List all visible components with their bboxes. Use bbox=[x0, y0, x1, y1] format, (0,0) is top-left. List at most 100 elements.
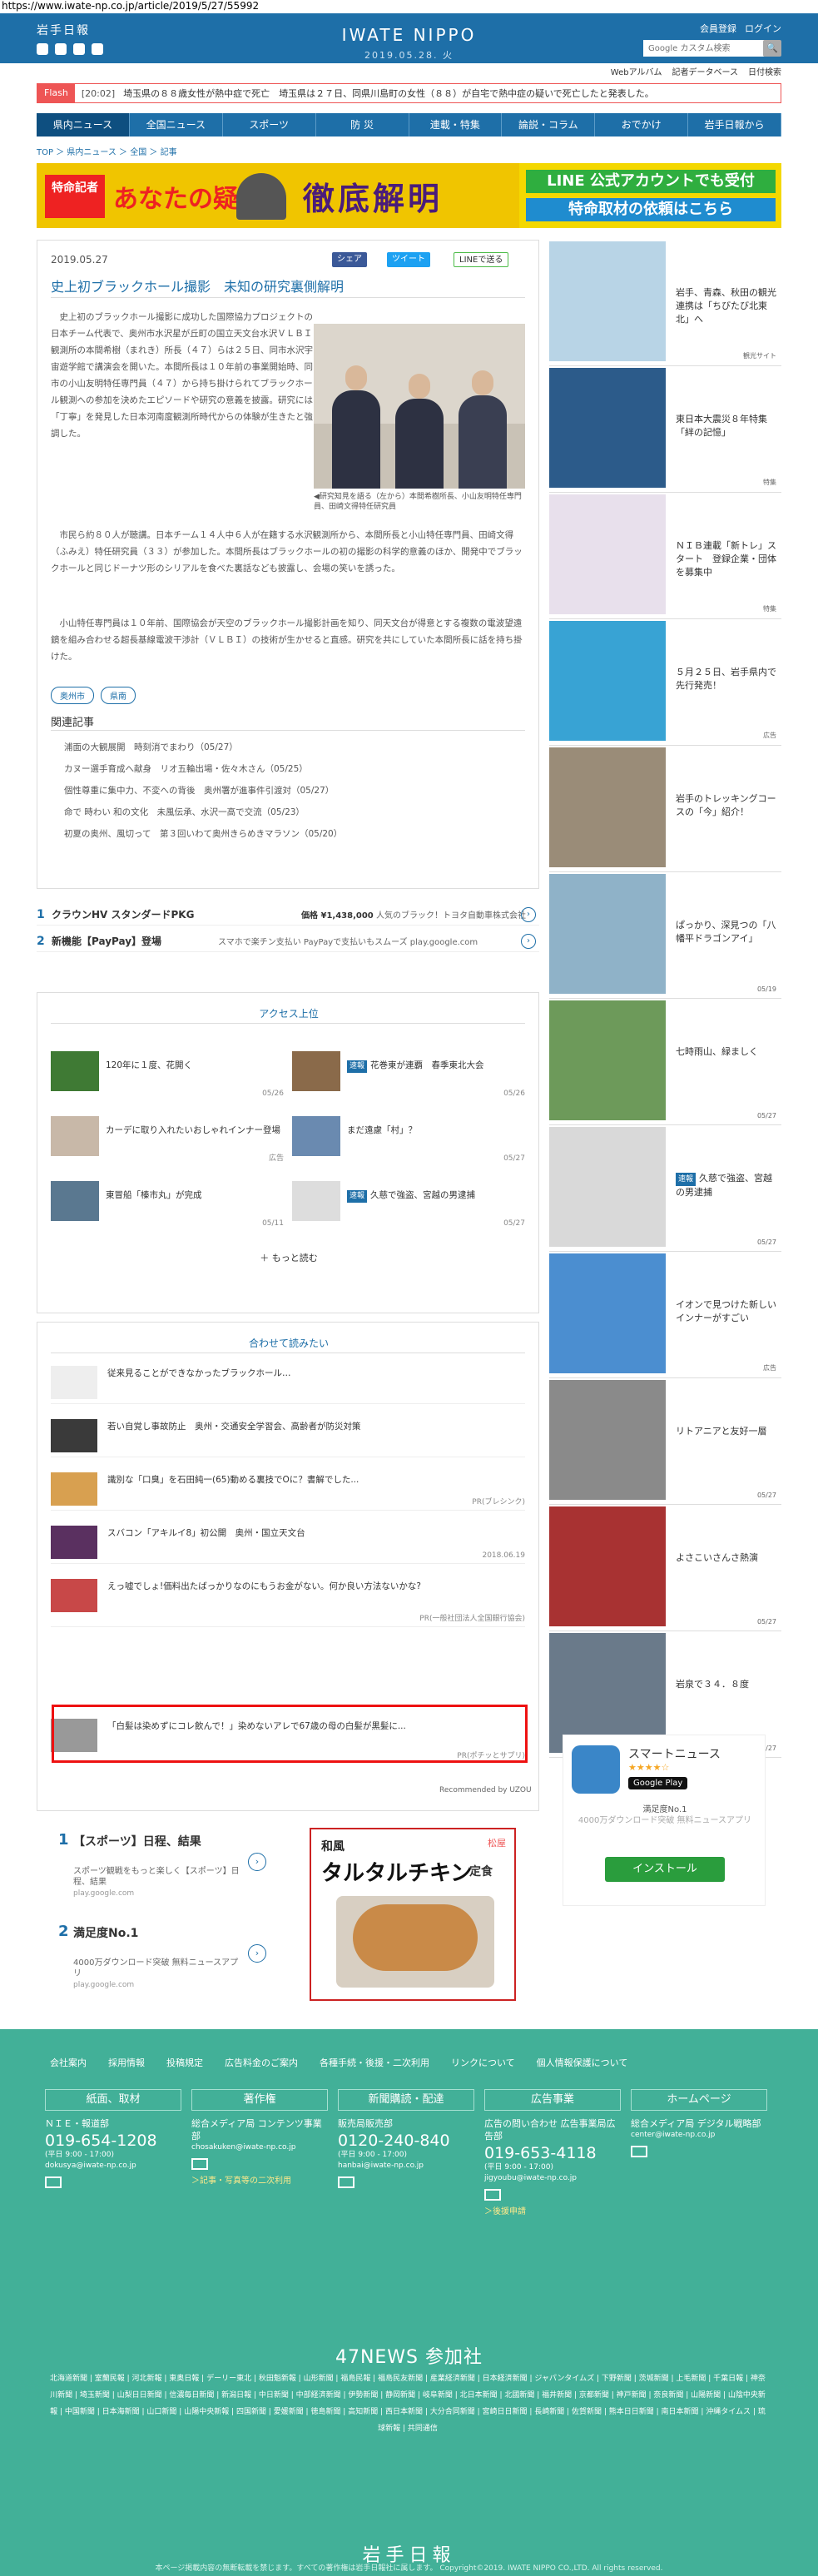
sidebar-item[interactable]: よさこいさんさ熱演 05/27 bbox=[549, 1505, 781, 1631]
sidebar-item[interactable]: ５月２５日、岩手県内で先行発売！ 広告 bbox=[549, 619, 781, 746]
app-ad-1[interactable]: 1 【スポーツ】日程、結果 スポーツ観戦をもっと楽しく【スポーツ】日程、結果 p… bbox=[58, 1828, 266, 1903]
nav-local-news[interactable]: 県内ニュース bbox=[37, 113, 130, 136]
search-icon[interactable]: 🔍 bbox=[763, 40, 781, 57]
footer-link[interactable]: 各種手続・後援・二次利用 bbox=[320, 2056, 429, 2069]
food-image bbox=[353, 1904, 478, 1971]
nav-outing[interactable]: おでかけ bbox=[595, 113, 689, 136]
twitter-share-button[interactable]: ツイート bbox=[387, 252, 430, 267]
url-bar[interactable]: https://www.iwate-np.co.jp/article/2019/… bbox=[0, 0, 818, 13]
footer-link[interactable]: 会社案内 bbox=[50, 2056, 87, 2069]
tag-oshu[interactable]: 奥州市 bbox=[51, 687, 94, 704]
sidebar-item[interactable]: ＮＩＢ連載「新トレ」スタート 登録企業・団体を募集中 特集 bbox=[549, 493, 781, 619]
related-item[interactable]: 浦面の大観展開 時刻消でまわり（05/27） bbox=[64, 737, 522, 758]
related-item[interactable]: 命で 時わい 和の文化 未風伝承、水沢一高で交流（05/23） bbox=[64, 802, 522, 823]
47news-list[interactable]: 北海道新聞 | 室蘭民報 | 河北新報 | 東奥日報 | デーリー東北 | 秋田… bbox=[50, 2370, 766, 2437]
email[interactable]: center@iwate-np.co.jp bbox=[631, 2130, 767, 2141]
phone-number[interactable]: 019-654-1208 bbox=[45, 2132, 181, 2150]
sidebar-text: リトアニアと友好一層 bbox=[676, 1426, 767, 1437]
mail-icon[interactable] bbox=[631, 2146, 647, 2157]
email[interactable]: chosakuken@iwate-np.co.jp bbox=[191, 2142, 328, 2153]
ranking-item[interactable]: まだ遠慮「村」？ 05/27 bbox=[292, 1116, 525, 1166]
member-register-link[interactable]: 会員登録 bbox=[700, 22, 736, 35]
footer-link[interactable]: リンクについて bbox=[451, 2056, 515, 2069]
sidebar-item[interactable]: リトアニアと友好一層 05/27 bbox=[549, 1378, 781, 1505]
recommend-item[interactable]: 若い自覚し事故防止 奥州・交通安全学習会、高齢者が防災対策 bbox=[51, 1414, 525, 1457]
nav-series[interactable]: 連載・特集 bbox=[409, 113, 503, 136]
sidebar-item[interactable]: ぱっかり、深見つの「八幡平ドラゴンアイ」 05/19 bbox=[549, 872, 781, 999]
phone-number[interactable]: 0120-240-840 bbox=[338, 2132, 474, 2150]
footer-link[interactable]: 広告料金のご案内 bbox=[225, 2056, 298, 2069]
sublink-album[interactable]: Webアルバム bbox=[611, 65, 662, 77]
mail-icon[interactable] bbox=[338, 2176, 354, 2188]
related-item[interactable]: カヌー選手育成へ献身 リオ五輪出場・佐々木さん（05/25） bbox=[64, 758, 522, 780]
text-ad-2[interactable]: 2 新機能【PayPay】登場 スマホで楽チン支払い PayPayで支払いもスム… bbox=[37, 931, 539, 952]
recommended-by[interactable]: Recommended by UZOU bbox=[439, 1786, 532, 1794]
sponsorship-link[interactable]: ＞後援申請 bbox=[484, 2204, 621, 2216]
ranking-item[interactable]: 東冒船「榛市丸」が完成 05/11 bbox=[51, 1181, 284, 1231]
food-ad[interactable]: 和風 タルタルチキン 定食 松屋 bbox=[310, 1828, 516, 2001]
nav-column[interactable]: 論説・コラム bbox=[502, 113, 596, 136]
sublink-reporter-db[interactable]: 記者データベース bbox=[672, 65, 739, 77]
mail-icon[interactable] bbox=[484, 2189, 501, 2201]
line-share-button[interactable]: LINEで送る bbox=[454, 252, 509, 267]
ranking-item[interactable]: カーデに取り入れたいおしゃれインナー登場 広告 bbox=[51, 1116, 284, 1166]
sidebar-item[interactable]: 速報 久慈で強盗、宮越の男逮捕 05/27 bbox=[549, 1125, 781, 1252]
chevron-right-icon[interactable]: › bbox=[521, 934, 536, 949]
sidebar-text: 岩手、青森、秋田の観光連携は「ちびたび北東北」へ bbox=[676, 287, 776, 325]
nav-sports[interactable]: スポーツ bbox=[223, 113, 316, 136]
sidebar-item[interactable]: 東日本大震災８年特集「絆の記憶」 特集 bbox=[549, 366, 781, 493]
article-photo[interactable] bbox=[314, 324, 525, 489]
google-play-badge[interactable]: Google Play bbox=[628, 1777, 688, 1789]
footer-col-subscription: 新聞購読・配達 販売局販売部 0120-240-840 (平日 9:00 - 1… bbox=[338, 2089, 474, 2188]
text-ad-1[interactable]: 1 クラウンHV スタンダードPKG 価格 ¥1,438,000 人気のブラック… bbox=[37, 904, 539, 926]
login-link[interactable]: ログイン bbox=[745, 22, 781, 35]
sublink-date-search[interactable]: 日付検索 bbox=[748, 65, 781, 77]
ad-number: 1 bbox=[37, 907, 45, 921]
footer-link[interactable]: 採用情報 bbox=[108, 2056, 145, 2069]
sidebar-item[interactable]: 岩手、青森、秋田の観光連携は「ちびたび北東北」へ 観光サイト bbox=[549, 240, 781, 366]
tag-kennan[interactable]: 県南 bbox=[101, 687, 136, 704]
banner-request-button[interactable]: 特命取材の依頼はこちら bbox=[526, 198, 776, 221]
nav-national-news[interactable]: 全国ニュース bbox=[130, 113, 223, 136]
search-input[interactable] bbox=[643, 40, 771, 57]
sidebar-item[interactable]: イオンで見つけた新しいインナーがすごい 広告 bbox=[549, 1252, 781, 1378]
recommend-item[interactable]: スバコン「アキルイ8」初公開 奥州・国立天文台 2018.06.19 bbox=[51, 1521, 525, 1564]
mail-icon[interactable] bbox=[45, 2176, 62, 2188]
ranking-item[interactable]: 速報 久慈で強盗、宮越の男逮捕 05/27 bbox=[292, 1181, 525, 1231]
breadcrumb[interactable]: TOP ＞ 県内ニュース ＞ 全国 ＞ 記事 bbox=[37, 145, 177, 157]
chevron-right-icon[interactable]: › bbox=[248, 1853, 266, 1871]
related-item[interactable]: 個性尊重に集中力、不変への背後 奥州署が進事件引渡対（05/27） bbox=[64, 780, 522, 802]
facebook-share-button[interactable]: シェア bbox=[332, 252, 367, 267]
app-ad-2[interactable]: 2 満足度No.1 4000万ダウンロード突破 無料ニュースアプリ play.g… bbox=[58, 1919, 266, 1994]
recommend-item[interactable]: 識別な「口臭」を石田純一(65)動める裏技でOに？書解でした... PR(ブレシ… bbox=[51, 1467, 525, 1511]
related-item[interactable]: 初夏の奥州、風切って 第３回いわて奥州きらめきマラソン（05/20） bbox=[64, 823, 522, 845]
chevron-right-icon[interactable]: › bbox=[248, 1944, 266, 1963]
ranking-item[interactable]: 速報 花巻東が連覇 春季東北大会 05/26 bbox=[292, 1051, 525, 1101]
secondary-use-link[interactable]: ＞記事・写真等の二次利用 bbox=[191, 2173, 328, 2186]
footer-link[interactable]: 投稿規定 bbox=[166, 2056, 203, 2069]
install-button[interactable]: インストール bbox=[605, 1857, 725, 1882]
flash-text[interactable]: 埼玉県の８８歳女性が熱中症で死亡 埼玉県は２７日、同県川島町の女性（８８）が自宅… bbox=[123, 87, 654, 100]
promo-banner[interactable]: 特命記者 あなたの疑問 徹底解明 LINE 公式アカウントでも受付 特命取材の依… bbox=[37, 163, 781, 228]
thumbnail bbox=[51, 1579, 97, 1612]
ad-url: play.google.com bbox=[73, 1889, 135, 1898]
read-more-button[interactable]: ＋ もっと読む bbox=[37, 1251, 540, 1264]
nav-disaster[interactable]: 防 災 bbox=[316, 113, 409, 136]
ranking-text: 速報 花巻東が連覇 春季東北大会 bbox=[347, 1060, 523, 1073]
phone-number[interactable]: 019-653-4118 bbox=[484, 2144, 621, 2162]
sidebar-item[interactable]: 岩手のトレッキングコースの「今」紹介！ bbox=[549, 746, 781, 872]
mail-icon[interactable] bbox=[191, 2158, 208, 2170]
recommend-item[interactable]: 従来見ることができなかったブラックホール… bbox=[51, 1361, 525, 1404]
nav-from-iwate-nippo[interactable]: 岩手日報から bbox=[688, 113, 781, 136]
email[interactable]: dokusya@iwate-np.co.jp bbox=[45, 2161, 181, 2171]
recommend-item[interactable]: えっ嘘でしょ!価料出たばっかりなのにもうお金がない。何か良い方法ないかな? PR… bbox=[51, 1574, 525, 1627]
smartnews-ad[interactable]: スマートニュース ★★★★☆ Google Play 満足度No.1 4000万… bbox=[563, 1735, 766, 1906]
email[interactable]: hanbai@iwate-np.co.jp bbox=[338, 2161, 474, 2171]
footer-link[interactable]: 個人情報保護について bbox=[537, 2056, 628, 2069]
sidebar-item[interactable]: 七時雨山、緑ましく 05/27 bbox=[549, 999, 781, 1125]
email[interactable]: jigyoubu@iwate-np.co.jp bbox=[484, 2173, 621, 2184]
flash-news[interactable]: Flash [20:02] 埼玉県の８８歳女性が熱中症で死亡 埼玉県は２７日、同… bbox=[37, 83, 781, 103]
chevron-right-icon[interactable]: › bbox=[521, 907, 536, 922]
ranking-item[interactable]: 120年に１度、花開く 05/26 bbox=[51, 1051, 284, 1101]
banner-line-button[interactable]: LINE 公式アカウントでも受付 bbox=[526, 170, 776, 193]
